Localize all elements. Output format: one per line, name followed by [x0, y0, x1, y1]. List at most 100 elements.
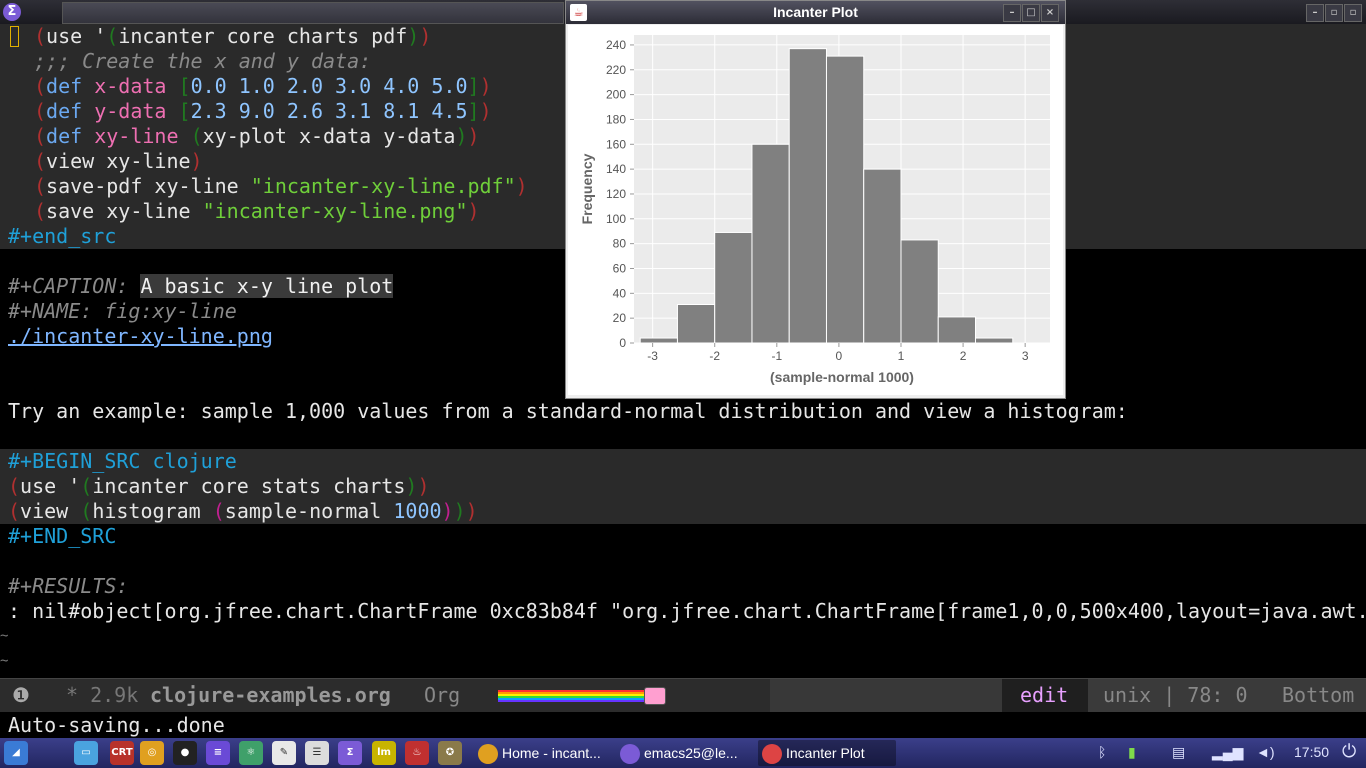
- code-line[interactable]: (view xy-line): [34, 149, 203, 174]
- name-line: #+NAME: fig:xy-line: [8, 299, 237, 323]
- gimp-icon[interactable]: ✪: [438, 741, 462, 765]
- code-token: histogram: [92, 499, 213, 523]
- maximize-button[interactable]: ▫: [1325, 4, 1343, 22]
- clipboard-icon[interactable]: ▤: [1172, 744, 1185, 761]
- plot-title-bar[interactable]: ☕ Incanter Plot – □ ×: [566, 1, 1065, 24]
- code-line[interactable]: (def x-data [0.0 1.0 2.0 3.0 4.0 5.0]): [34, 74, 492, 99]
- taskbar: ◢ ▭ CRT ◎ ● ≡ ⚛ ✎ ☰ Σlm ♨ ✪ Home - incant... emacs25…: [0, 738, 1366, 768]
- lm-icon[interactable]: lm: [372, 741, 396, 765]
- plot-window-title: Incanter Plot: [773, 4, 858, 20]
- code-token: (: [34, 99, 47, 123]
- histogram-bar: [825, 55, 865, 344]
- code-line[interactable]: (use '(incanter core stats charts)): [8, 474, 429, 499]
- info-icon: ❶: [12, 683, 30, 707]
- echo-message: Auto-saving...done: [8, 713, 225, 737]
- code-token: view xy-line: [46, 149, 191, 173]
- task-emacs[interactable]: emacs25@le...: [616, 740, 756, 766]
- code-token: (: [34, 74, 47, 98]
- caption-value: A basic x-y line plot: [140, 274, 394, 298]
- code-line[interactable]: (save xy-line "incanter-xy-line.png"): [34, 199, 480, 224]
- code-token: ): [467, 199, 480, 223]
- code-token: "incanter-xy-line.pdf": [250, 174, 516, 198]
- encoding-position: unix | 78: 0: [1103, 683, 1248, 707]
- code-token: (: [106, 24, 119, 48]
- major-mode[interactable]: Org: [424, 683, 460, 708]
- fringe-tilde-2: ~: [0, 653, 9, 669]
- code-line[interactable]: (def y-data [2.3 9.0 2.6 3.1 8.1 4.5]): [34, 99, 492, 124]
- evil-state: edit: [1020, 683, 1069, 707]
- x-tick-label: 0: [836, 349, 843, 363]
- histogram-chart: 0 20 40 60 80 100 120 140 160 180 200 220 240 -3 -2 -1 0…: [579, 35, 1050, 385]
- caption-line: #+CAPTION: A basic x-y line plot: [8, 274, 394, 299]
- mode-line-filler: [770, 679, 1002, 712]
- code-token: ): [467, 124, 480, 148]
- network-signal-icon[interactable]: ▂▄▆: [1212, 744, 1243, 761]
- volume-icon[interactable]: ◄): [1256, 744, 1275, 760]
- atom-icon[interactable]: ⚛: [239, 741, 263, 765]
- code-token: ]: [467, 74, 480, 98]
- notes-icon[interactable]: ✎: [272, 741, 296, 765]
- code-token: (: [80, 474, 93, 498]
- clock[interactable]: 17:50: [1294, 744, 1329, 760]
- workspaces-icon[interactable]: ≡: [206, 741, 230, 765]
- plot-maximize-button[interactable]: □: [1022, 4, 1040, 22]
- code-token: def: [46, 124, 83, 148]
- fringe-tilde-1: ~: [0, 628, 9, 644]
- power-icon[interactable]: ⏻: [1342, 741, 1356, 762]
- obs-icon[interactable]: ●: [173, 741, 197, 765]
- code-token: "incanter-xy-line.png": [202, 199, 468, 223]
- code-token: [: [178, 99, 191, 123]
- emacs-launcher-icon[interactable]: Σ: [338, 741, 362, 765]
- code-token: [: [178, 74, 191, 98]
- plot-minimize-button[interactable]: –: [1003, 4, 1021, 22]
- code-line[interactable]: (use '(incanter core charts pdf)): [34, 24, 431, 49]
- task-emacs-icon: [620, 744, 640, 765]
- image-link[interactable]: ./incanter-xy-line.png: [8, 324, 273, 349]
- crt-terminal-icon[interactable]: CRT: [110, 741, 134, 765]
- results-key: #+RESULTS:: [8, 574, 129, 598]
- chart-panel[interactable]: 0 20 40 60 80 100 120 140 160 180 200 220 240 -3 -2 -1 0…: [568, 25, 1063, 395]
- start-menu-icon[interactable]: ◢: [4, 741, 28, 765]
- code-token: xy-line: [94, 124, 179, 148]
- code-token: def: [46, 99, 83, 123]
- code-token: ): [190, 149, 203, 173]
- file-manager-icon[interactable]: ▭: [74, 741, 98, 765]
- y-tick-label: 160: [606, 137, 626, 151]
- code-token: incanter core stats charts: [92, 474, 406, 498]
- fire-icon[interactable]: ♨: [405, 741, 429, 765]
- code-line[interactable]: (view (histogram (sample-normal 1000))): [8, 499, 478, 524]
- end-src-upper-line: #+END_SRC: [8, 524, 117, 548]
- code-token: (: [80, 499, 93, 523]
- plot-close-button[interactable]: ×: [1041, 4, 1059, 22]
- code-token: ): [441, 499, 454, 523]
- histogram-bar: [714, 231, 753, 344]
- code-token: (: [34, 124, 47, 148]
- task-chrome[interactable]: Home - incant...: [474, 740, 614, 766]
- task-incanter-plot-icon: [762, 744, 782, 765]
- incanter-plot-window[interactable]: ☕ Incanter Plot – □ × 0 20 40 60 80 100 120 140…: [565, 0, 1066, 399]
- close-button[interactable]: ▫: [1344, 4, 1362, 22]
- bluetooth-icon[interactable]: ᛒ: [1098, 744, 1106, 760]
- code-line[interactable]: (def xy-line (xy-plot x-data y-data)): [34, 124, 480, 149]
- minimize-button[interactable]: –: [1306, 4, 1324, 22]
- code-token: (: [212, 499, 225, 523]
- code-line[interactable]: ;;; Create the x and y data:: [34, 49, 371, 74]
- nyan-cat-icon: [644, 687, 666, 705]
- histogram-bar: [676, 304, 716, 344]
- buffer-name[interactable]: clojure-examples.org: [150, 683, 391, 708]
- code-token: incanter core charts pdf: [118, 24, 408, 48]
- document-icon[interactable]: ☰: [305, 741, 329, 765]
- y-axis-label: Frequency: [579, 153, 595, 224]
- battery-icon[interactable]: ▮: [1128, 744, 1136, 761]
- y-tick-label: 80: [613, 237, 627, 251]
- code-token: xy-plot x-data y-data: [202, 124, 456, 148]
- code-line[interactable]: (save-pdf xy-line "incanter-xy-line.pdf"…: [34, 174, 528, 199]
- chrome-icon[interactable]: ◎: [140, 741, 164, 765]
- emacs-icon[interactable]: Σ: [3, 3, 21, 21]
- code-token: ): [515, 174, 528, 198]
- task-incanter-plot[interactable]: Incanter Plot: [758, 740, 896, 766]
- y-tick-label: 120: [606, 187, 626, 201]
- code-token: (: [8, 499, 21, 523]
- code-token: save-pdf xy-line: [46, 174, 251, 198]
